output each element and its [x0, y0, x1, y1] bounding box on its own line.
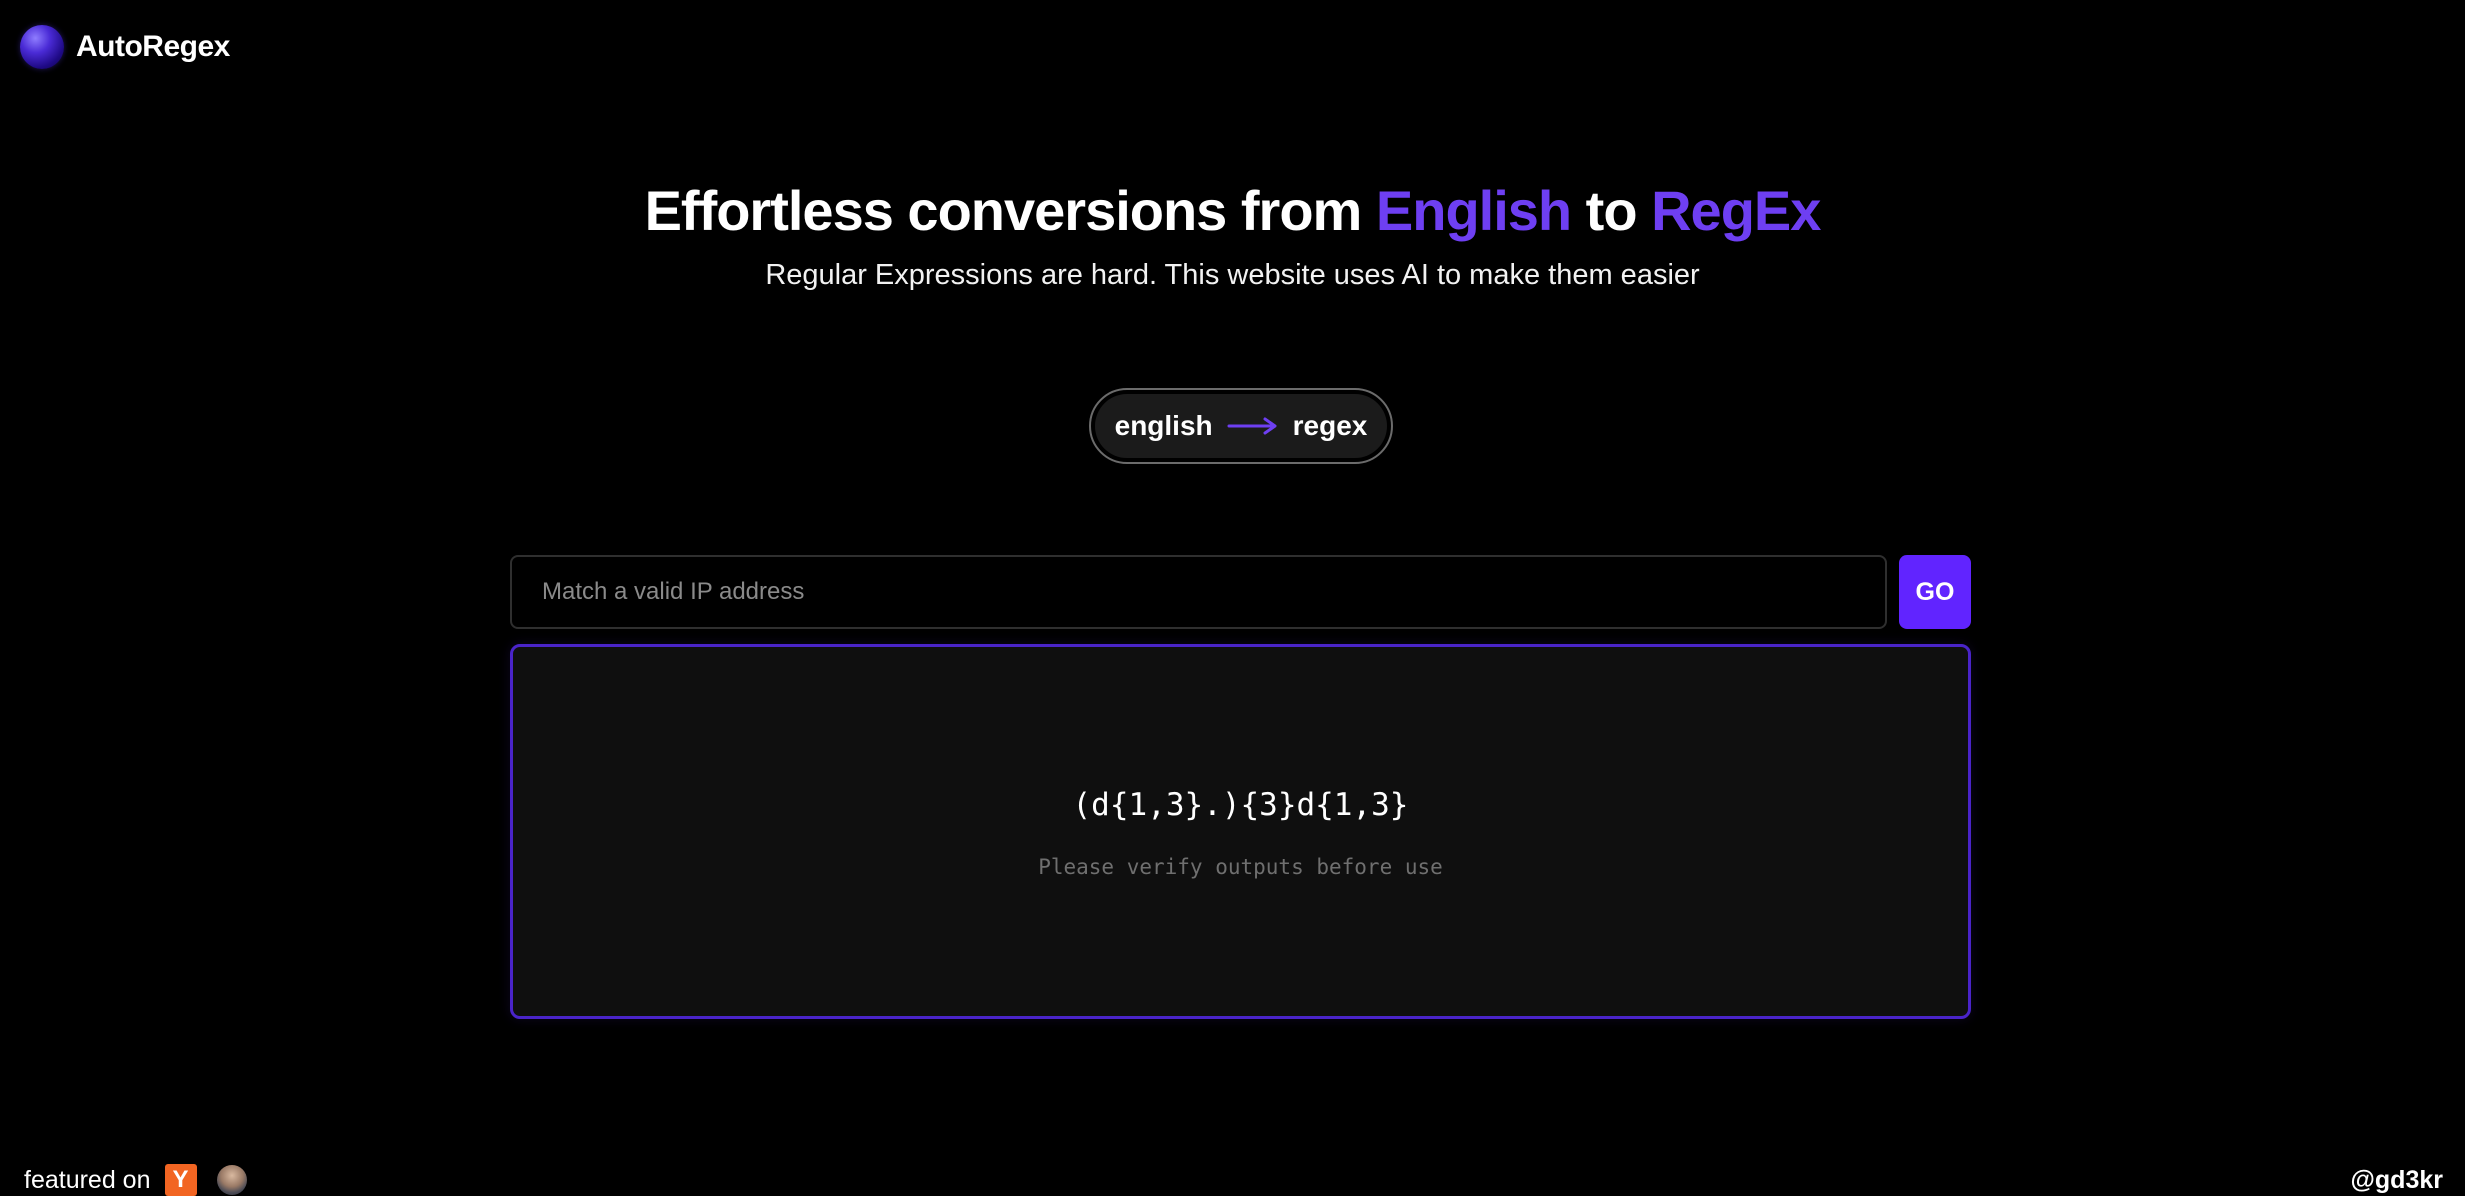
mode-from-label: english [1114, 410, 1213, 441]
y-combinator-icon[interactable]: Y [164, 1164, 197, 1196]
hero-title-accent-regex: RegEx [1651, 179, 1821, 242]
mode-toggle-inner: english regex [1095, 394, 1387, 458]
output-panel: (d{1,3}.){3}d{1,3} Please verify outputs… [510, 644, 1971, 1019]
hero-subtitle: Regular Expressions are hard. This websi… [765, 259, 1700, 291]
hero-title-part2: to [1571, 179, 1652, 242]
featured-label: featured on [24, 1165, 151, 1194]
logo[interactable]: AutoRegex [20, 25, 230, 69]
logo-text: AutoRegex [76, 30, 230, 63]
avatar-icon[interactable] [216, 1165, 247, 1195]
verify-note: Please verify outputs before use [1038, 855, 1443, 879]
logo-orb-icon [20, 25, 64, 69]
hero-title-part1: Effortless conversions from [644, 179, 1376, 242]
mode-to-label: regex [1292, 410, 1368, 441]
featured-on: featured on Y [24, 1164, 247, 1196]
long-arrow-right-icon [1227, 417, 1277, 435]
regex-output[interactable]: (d{1,3}.){3}d{1,3} [513, 787, 1968, 823]
author-handle-link[interactable]: @gd3kr [2351, 1166, 2443, 1195]
go-button[interactable]: GO [1899, 555, 1971, 629]
hero-title: Effortless conversions from English to R… [0, 178, 2465, 243]
hero-title-accent-english: English [1375, 179, 1572, 242]
mode-toggle-button[interactable]: english regex [1089, 388, 1393, 464]
prompt-input[interactable] [510, 555, 1887, 629]
